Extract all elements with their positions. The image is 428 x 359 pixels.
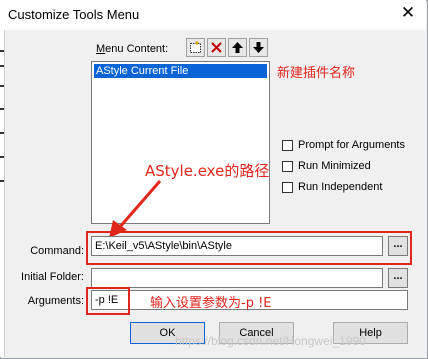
initial-folder-browse-button[interactable]: ... [388,268,408,288]
background-window-strip [0,30,5,357]
new-item-button[interactable] [186,38,205,57]
delete-icon [211,42,222,53]
option-run-minimized[interactable]: Run Minimized [282,160,371,172]
option-label: Run Independent [298,181,383,193]
option-prompt-arguments[interactable]: Prompt for Arguments [282,139,405,151]
command-browse-button[interactable]: ... [388,236,408,256]
prompt-arguments-checkbox[interactable] [282,139,293,151]
initial-folder-label: Initial Folder: [21,271,84,283]
annotation-new-plugin-name: 新建插件名称 [277,66,356,81]
arguments-label: Arguments: [27,295,84,307]
watermark-text: https://blog.csdn.net/Hongwei_1990 [175,334,366,348]
list-item[interactable]: AStyle Current File [94,64,267,78]
move-down-icon [253,42,264,53]
option-run-independent[interactable]: Run Independent [282,181,382,193]
arguments-highlight-box [86,287,130,315]
move-up-icon [232,42,243,53]
menu-content-label: Menu Content: [96,43,169,55]
annotation-arguments-hint: 输入设置参数为-p !E [150,296,272,311]
window-title: Customize Tools Menu [8,7,140,22]
command-label: Command: [30,245,84,257]
run-minimized-checkbox[interactable] [282,160,293,172]
new-icon [190,41,201,53]
close-icon[interactable]: ✕ [398,3,418,23]
option-label: Prompt for Arguments [298,139,405,151]
command-field[interactable]: E:\Keil_v5\AStyle\bin\AStyle [91,236,383,256]
option-label: Run Minimized [298,160,371,172]
run-independent-checkbox[interactable] [282,181,293,193]
delete-item-button[interactable] [207,38,226,57]
move-up-button[interactable] [228,38,247,57]
move-down-button[interactable] [249,38,268,57]
initial-folder-field[interactable] [91,268,383,288]
